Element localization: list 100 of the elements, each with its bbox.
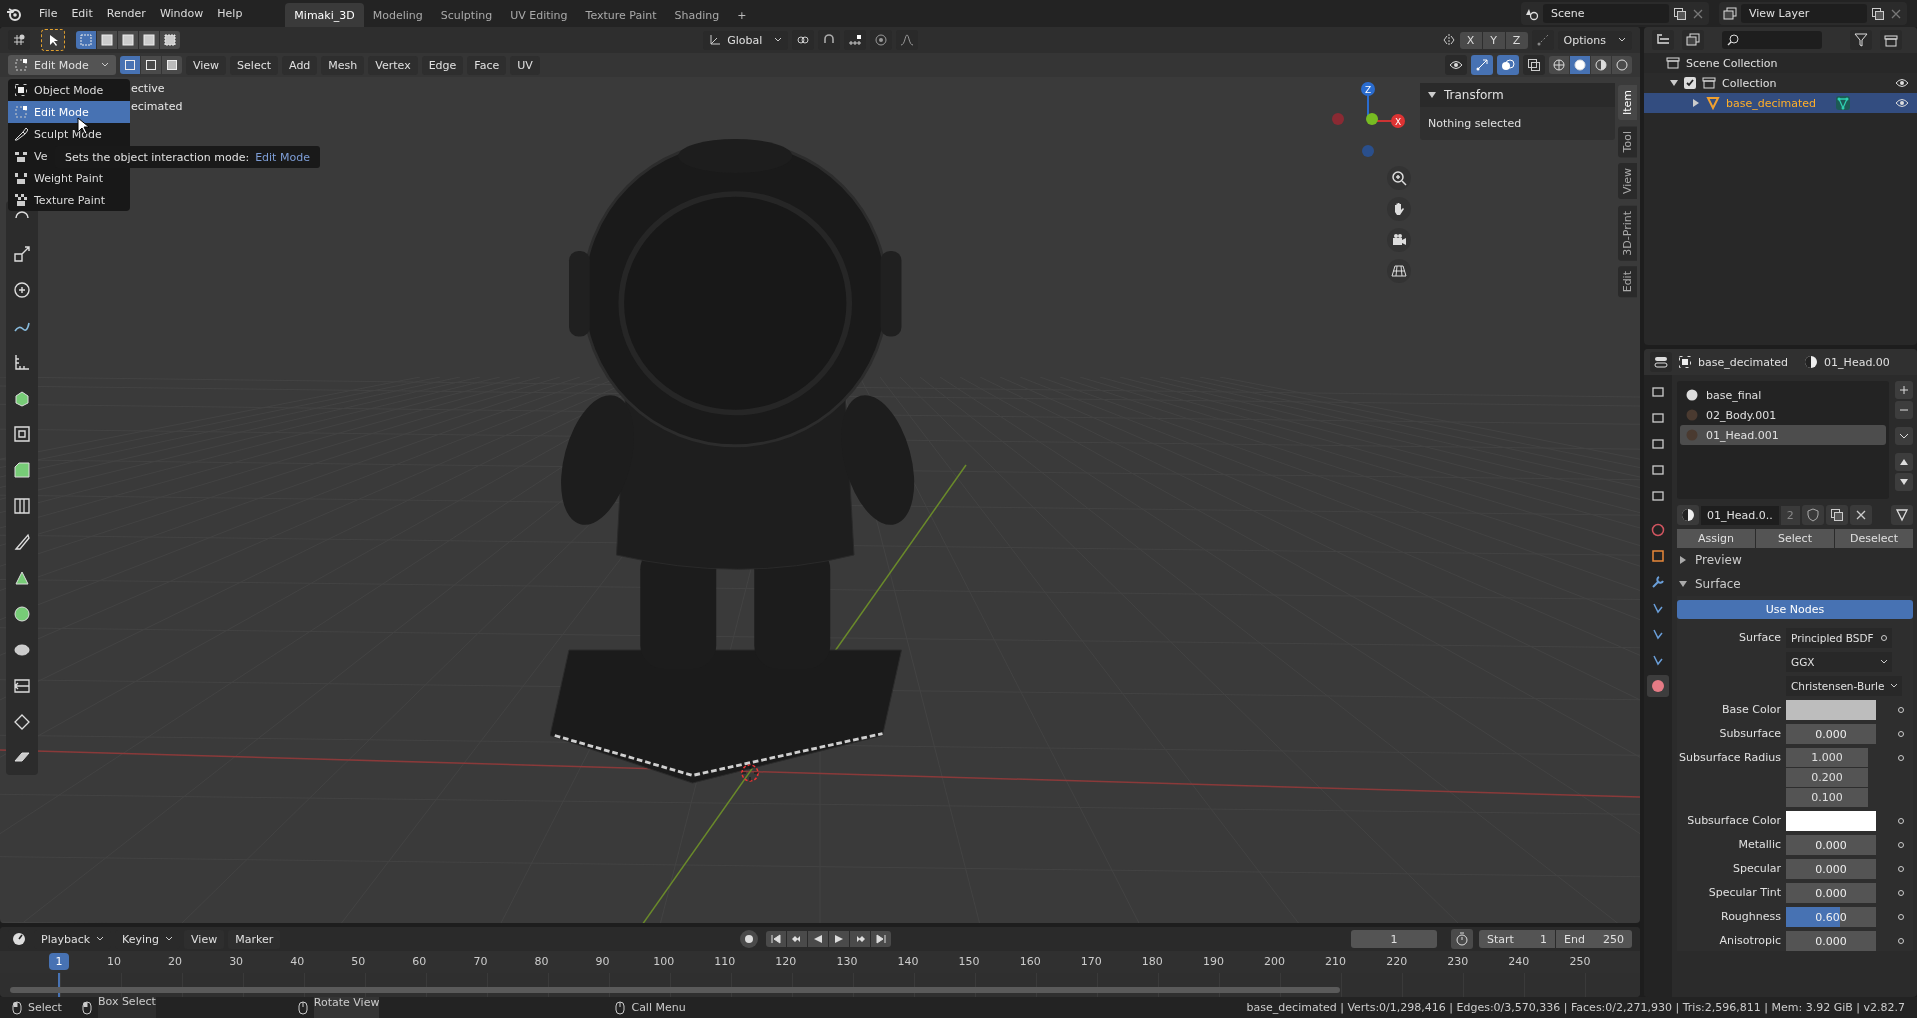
sidebar-tab[interactable]: Tool	[1618, 126, 1637, 158]
menu-item[interactable]: Face	[467, 55, 507, 75]
tooltip-value: Edit Mode	[255, 150, 310, 164]
frame-number: 230	[1447, 955, 1469, 968]
field-label: Metallic	[1737, 837, 1781, 853]
use-nodes-button[interactable]: Use Nodes	[1677, 600, 1913, 619]
tree-item-label[interactable]: base_decimated	[1726, 96, 1817, 110]
menu-item[interactable]: Render	[99, 4, 153, 23]
slider-field[interactable]: 0.000	[1786, 859, 1876, 879]
frame-number: 180	[1141, 955, 1163, 968]
slider-field[interactable]: 0.000	[1786, 835, 1876, 855]
slot-action-button[interactable]: Assign	[1677, 529, 1755, 548]
menu-item[interactable]: Weight Paint	[8, 167, 130, 189]
number-field[interactable]: 0.200	[1786, 768, 1868, 787]
tree-item-label[interactable]: Scene Collection	[1686, 56, 1778, 70]
slot-action-button[interactable]: Select	[1756, 529, 1834, 548]
frame-number: 170	[1080, 955, 1102, 968]
current-frame-field[interactable]: 1	[1351, 930, 1437, 948]
empty-selection-text: Nothing selected	[1428, 117, 1523, 130]
panel-title[interactable]: Surface	[1695, 577, 1741, 591]
slider-field[interactable]: 0.000	[1786, 724, 1876, 744]
frame-number: 20	[168, 955, 183, 968]
options-dropdown[interactable]: Options	[1557, 30, 1632, 50]
playhead-frame-badge[interactable]: 1	[49, 953, 69, 970]
frame-number: 40	[290, 955, 305, 968]
field-label: Specular Tint	[1707, 885, 1781, 901]
end-frame-field[interactable]: End 250	[1556, 930, 1632, 948]
material-slot[interactable]: base_final	[1680, 385, 1886, 405]
outliner-row[interactable]: base_decimated	[1644, 93, 1917, 113]
sidebar-tab[interactable]: Edit	[1618, 266, 1637, 298]
dropdown-field[interactable]: Christensen-Burle	[1786, 676, 1903, 696]
axis-gizmo-drawing[interactable]: Z X	[1330, 79, 1410, 159]
menu-item[interactable]: Object Mode	[8, 79, 130, 101]
viewport-info-text: ective	[131, 82, 166, 95]
frame-number: 150	[958, 955, 980, 968]
sidebar-tab[interactable]: Item	[1618, 85, 1637, 121]
field-label: Base Color	[1721, 702, 1781, 718]
material-name-field[interactable]: 01_Head.0..	[1701, 505, 1779, 525]
workspace-tab[interactable]: UV Editing	[501, 3, 577, 27]
frame-number: 200	[1264, 955, 1285, 968]
number-field[interactable]: 0.100	[1786, 788, 1868, 807]
menu-item[interactable]: File	[32, 4, 65, 23]
slider-field[interactable]: 0.600	[1786, 907, 1876, 927]
frame-number: 50	[351, 955, 366, 968]
frame-number: 30	[229, 955, 244, 968]
slider-field[interactable]: 0.000	[1786, 931, 1876, 951]
dropdown-field[interactable]: GGX	[1786, 652, 1892, 672]
frame-number: 90	[595, 955, 610, 968]
object-name: base_decimated	[1698, 355, 1789, 369]
frame-number: 120	[775, 955, 797, 968]
menu-item[interactable]: View	[186, 55, 227, 75]
frame-number: 220	[1386, 955, 1408, 968]
frame-number: 70	[473, 955, 488, 968]
material-slot[interactable]: 01_Head.001	[1680, 425, 1886, 445]
mode-dropdown[interactable]: Edit Mode	[8, 55, 116, 75]
tree-item-label[interactable]: Collection	[1722, 76, 1777, 90]
mirror-axis-toggle[interactable]: Y	[1482, 31, 1505, 49]
scene-field[interactable]: Scene	[1543, 4, 1669, 23]
sidebar-tab[interactable]: View	[1618, 163, 1637, 200]
menu-item[interactable]: Select	[230, 55, 279, 75]
status-hint: Call Menu	[631, 1001, 686, 1014]
mirror-axis-toggle[interactable]: X	[1459, 31, 1482, 49]
frame-number: 10	[106, 955, 121, 968]
menu-item[interactable]: Window	[152, 4, 211, 23]
sidebar-tab[interactable]: 3D-Print	[1618, 205, 1637, 261]
menu-item[interactable]: Edit	[64, 4, 100, 23]
workspace-tab[interactable]: Texture Paint	[576, 3, 666, 27]
slider-field[interactable]: 0.000	[1786, 883, 1876, 903]
shader-link-field[interactable]: Principled BSDF	[1786, 628, 1892, 648]
tooltip-text: Sets the object interaction mode:	[65, 150, 250, 164]
start-frame-field[interactable]: Start 1	[1479, 930, 1555, 948]
slot-action-button[interactable]: Deselect	[1835, 529, 1913, 548]
workspace-tab[interactable]: Shading	[665, 3, 729, 27]
mirror-axis-toggle[interactable]: Z	[1505, 31, 1528, 49]
menu-item[interactable]: Help	[210, 4, 250, 23]
menu-item[interactable]: Add	[282, 55, 318, 75]
panel-title[interactable]: Preview	[1695, 553, 1742, 567]
number-field[interactable]: 1.000	[1786, 748, 1868, 767]
workspace-tab[interactable]: Modeling	[363, 3, 432, 27]
menu-item[interactable]: UV	[510, 55, 540, 75]
menu-item[interactable]: Texture Paint	[8, 189, 130, 211]
workspace-tab[interactable]: Sculpting	[431, 3, 502, 27]
menu-item[interactable]: Edge	[421, 55, 464, 75]
menu-item[interactable]: Mesh	[321, 55, 365, 75]
orientation-dropdown[interactable]: Global	[703, 30, 789, 50]
workspace-tab[interactable]: Mimaki_3D	[285, 3, 364, 27]
field-label: Roughness	[1720, 909, 1781, 925]
menu-item[interactable]: Edit Mode	[8, 101, 130, 123]
frame-number: 190	[1202, 955, 1224, 968]
scene-statistics: base_decimated | Verts:0/1,298,416 | Edges:0/3,570,336 | Faces:0/2,271,930 | Tris:2,596,811 | Mem: 3.92 GiB | v2.82.7	[1246, 1001, 1905, 1014]
material-slot[interactable]: 02_Body.001	[1680, 405, 1886, 425]
menu-item[interactable]: Vertex	[368, 55, 418, 75]
menu-item[interactable]: Marker	[228, 929, 281, 949]
add-workspace-button[interactable]: +	[728, 3, 756, 27]
field-label: Surface	[1738, 630, 1781, 646]
panel-title[interactable]: Transform	[1444, 88, 1504, 102]
view-layer-field[interactable]: View Layer	[1741, 4, 1867, 23]
menu-item[interactable]: View	[184, 929, 225, 949]
frame-number: 240	[1508, 955, 1530, 968]
frame-number: 140	[897, 955, 919, 968]
